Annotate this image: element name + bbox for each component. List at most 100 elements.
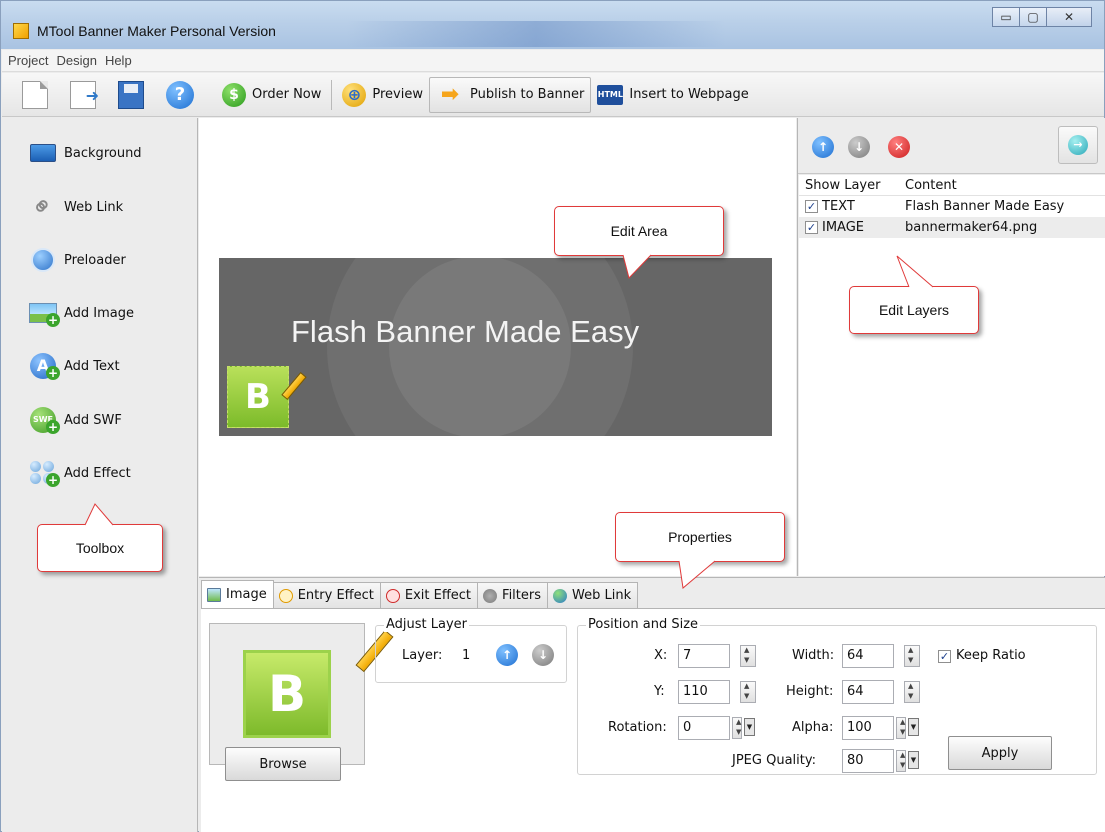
- x-field[interactable]: 7: [678, 644, 730, 668]
- layer-up-icon[interactable]: ↑: [496, 644, 518, 666]
- width-spinner[interactable]: [904, 645, 920, 667]
- publish-to-banner-button[interactable]: ➡ Publish to Banner: [429, 76, 592, 113]
- show-layer-checkbox[interactable]: ✓: [805, 221, 818, 234]
- gear-icon: [483, 588, 498, 603]
- tool-preloader[interactable]: Preloader: [28, 245, 126, 275]
- rotation-field[interactable]: 0: [678, 716, 730, 740]
- tool-label: Background: [64, 145, 142, 161]
- alpha-label: Alpha:: [792, 720, 834, 735]
- tool-add-swf[interactable]: SWF + Add SWF: [28, 405, 122, 435]
- minimize-button[interactable]: ▭: [992, 7, 1020, 27]
- layer-down-icon[interactable]: ↓: [532, 644, 554, 666]
- alpha-spinner[interactable]: [896, 717, 906, 739]
- tab-label: Exit Effect: [404, 588, 472, 603]
- banner-text-layer[interactable]: Flash Banner Made Easy: [291, 314, 639, 350]
- layers-table: Show Layer Content ✓ TEXT Flash Banner M…: [799, 175, 1105, 576]
- y-field[interactable]: 110: [678, 680, 730, 704]
- alpha-field[interactable]: 100: [842, 716, 894, 740]
- tab-image[interactable]: Image: [201, 580, 274, 608]
- open-icon[interactable]: ➜: [70, 80, 99, 109]
- y-label: Y:: [654, 684, 665, 699]
- tool-add-effect[interactable]: + Add Effect: [28, 458, 131, 488]
- banner-logo-letter: B: [245, 377, 271, 417]
- height-field[interactable]: 64: [842, 680, 894, 704]
- edit-area[interactable]: Flash Banner Made Easy B: [199, 118, 796, 576]
- x-spinner[interactable]: [740, 645, 756, 667]
- image-thumbnail: B: [243, 629, 394, 738]
- app-icon: [13, 23, 29, 39]
- tab-entry-effect[interactable]: Entry Effect: [272, 582, 381, 608]
- image-icon: [207, 587, 221, 602]
- callout-tail: [622, 254, 652, 279]
- close-button[interactable]: ✕: [1046, 7, 1092, 27]
- move-layer-down-icon[interactable]: ↓: [848, 136, 870, 158]
- jpeg-quality-spinner[interactable]: [896, 750, 906, 772]
- keep-ratio-checkbox[interactable]: ✓: [938, 650, 951, 663]
- properties-panel: Image Entry Effect Exit Effect Filters W…: [199, 577, 1105, 832]
- insert-to-webpage-button[interactable]: HTML Insert to Webpage: [591, 77, 754, 113]
- layer-value: 1: [462, 648, 471, 663]
- tool-add-image[interactable]: + Add Image: [28, 298, 134, 328]
- layer-type: IMAGE: [822, 220, 865, 235]
- move-layer-up-icon[interactable]: ↑: [812, 136, 834, 158]
- menu-project[interactable]: Project: [8, 53, 48, 68]
- help-icon[interactable]: ?: [166, 80, 194, 109]
- tool-background[interactable]: Background: [28, 138, 142, 168]
- save-icon[interactable]: [118, 80, 144, 109]
- table-row[interactable]: ✓ IMAGE bannermaker64.png: [799, 217, 1105, 238]
- globe-icon: [553, 588, 567, 603]
- app-window: MTool Banner Maker Personal Version ▭ ▢ …: [0, 0, 1105, 832]
- width-field[interactable]: 64: [842, 644, 894, 668]
- menu-design[interactable]: Design: [56, 53, 96, 68]
- new-document-icon[interactable]: [22, 80, 48, 109]
- title-bar: MTool Banner Maker Personal Version ▭ ▢ …: [1, 1, 1104, 49]
- column-content: Content: [905, 177, 957, 193]
- jpeg-quality-dropdown[interactable]: ▼: [908, 751, 919, 769]
- tab-label: Entry Effect: [297, 588, 374, 603]
- delete-layer-icon[interactable]: ✕: [888, 136, 910, 158]
- table-row[interactable]: ✓ TEXT Flash Banner Made Easy: [799, 196, 1105, 217]
- preview-icon: ⊕: [342, 82, 367, 107]
- banner-preview[interactable]: Flash Banner Made Easy B: [219, 258, 772, 436]
- exit-layer-button[interactable]: →: [1058, 126, 1098, 164]
- add-image-icon: +: [28, 299, 60, 327]
- browse-button[interactable]: Browse: [225, 747, 341, 781]
- entry-effect-icon: [278, 588, 293, 603]
- alpha-dropdown[interactable]: ▼: [908, 718, 919, 736]
- jpeg-quality-label: JPEG Quality:: [732, 753, 816, 768]
- arrow-right-icon: →: [1068, 135, 1088, 155]
- preview-button[interactable]: ⊕ Preview: [336, 77, 429, 113]
- layer-content: Flash Banner Made Easy: [905, 199, 1065, 214]
- layer-type: TEXT: [822, 199, 855, 214]
- height-spinner[interactable]: [904, 681, 920, 703]
- rotation-dropdown[interactable]: ▼: [744, 718, 755, 736]
- tab-filters[interactable]: Filters: [477, 582, 548, 608]
- x-label: X:: [654, 648, 668, 663]
- y-spinner[interactable]: [740, 681, 756, 703]
- add-swf-icon: SWF +: [28, 406, 60, 434]
- preloader-icon: [28, 246, 58, 274]
- rotation-spinner[interactable]: [732, 717, 742, 739]
- tab-web-link[interactable]: Web Link: [547, 582, 639, 608]
- image-preview: B: [209, 623, 394, 765]
- callout-toolbox: Toolbox: [37, 524, 163, 572]
- callout-tail: [84, 503, 114, 526]
- rotation-label: Rotation:: [608, 720, 667, 735]
- banner-image-layer[interactable]: B: [227, 366, 307, 428]
- order-now-button[interactable]: $ Order Now: [216, 77, 327, 113]
- monitor-icon: [28, 139, 58, 167]
- properties-tabs: Image Entry Effect Exit Effect Filters W…: [201, 580, 639, 608]
- adjust-layer-group: Adjust Layer Layer: 1 ↑ ↓: [375, 617, 567, 683]
- tab-exit-effect[interactable]: Exit Effect: [379, 582, 479, 608]
- height-label: Height:: [786, 684, 834, 699]
- tool-add-text[interactable]: A + Add Text: [28, 351, 120, 381]
- jpeg-quality-field[interactable]: 80: [842, 749, 894, 773]
- apply-button[interactable]: Apply: [948, 736, 1052, 770]
- tool-label: Add Effect: [64, 465, 131, 481]
- maximize-button[interactable]: ▢: [1019, 7, 1047, 27]
- position-size-group: Position and Size X: 7 Y: 110 Rotation: …: [577, 617, 1097, 775]
- callout-tail: [896, 255, 934, 288]
- show-layer-checkbox[interactable]: ✓: [805, 200, 818, 213]
- tool-web-link[interactable]: ⚭ Web Link: [25, 189, 123, 226]
- menu-help[interactable]: Help: [105, 53, 132, 68]
